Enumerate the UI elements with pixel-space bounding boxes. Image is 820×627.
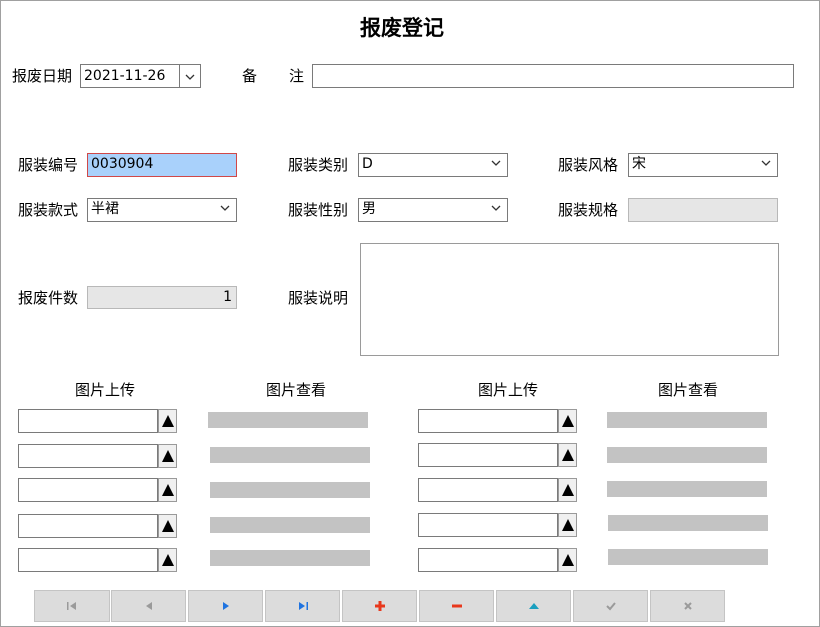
image-view-link[interactable] <box>607 481 767 497</box>
scrap-date-input[interactable]: 2021-11-26 <box>80 64 180 88</box>
scrap-count-input: 1 <box>87 286 237 309</box>
garment-model-label: 服装款式 <box>18 201 79 219</box>
image-view-link[interactable] <box>210 447 370 463</box>
upload-button[interactable] <box>158 444 177 468</box>
prev-record-button[interactable] <box>111 590 186 622</box>
upload-button[interactable] <box>558 513 577 537</box>
chevron-down-icon <box>220 205 230 211</box>
garment-category-select[interactable]: D <box>358 153 508 177</box>
page-title: 报废登记 <box>360 15 444 40</box>
next-record-icon <box>222 602 229 610</box>
triangle-up-icon <box>528 603 539 609</box>
image-view-header-right: 图片查看 <box>658 381 719 399</box>
upload-button[interactable] <box>158 548 177 572</box>
image-upload-input[interactable] <box>418 478 558 502</box>
garment-spec-input <box>628 198 778 222</box>
last-record-button[interactable] <box>265 590 340 622</box>
image-view-link[interactable] <box>607 447 767 463</box>
chevron-down-icon <box>491 160 501 166</box>
image-view-link[interactable] <box>210 482 370 498</box>
remark-label-a: 备 <box>242 67 258 85</box>
add-record-button[interactable] <box>342 590 417 622</box>
garment-gender-label: 服装性别 <box>288 201 349 219</box>
garment-style-select[interactable]: 宋 <box>628 153 778 177</box>
image-upload-input[interactable] <box>18 514 158 538</box>
triangle-up-icon <box>162 484 174 496</box>
garment-category-label: 服装类别 <box>288 156 349 174</box>
triangle-up-icon <box>562 554 574 566</box>
garment-code-input[interactable]: 0030904 <box>87 153 237 177</box>
triangle-up-icon <box>562 449 574 461</box>
edit-record-button[interactable] <box>496 590 571 622</box>
image-upload-header-left: 图片上传 <box>75 381 136 399</box>
chevron-down-icon <box>185 74 195 80</box>
upload-button[interactable] <box>558 443 577 467</box>
image-upload-input[interactable] <box>18 444 158 468</box>
image-view-link[interactable] <box>210 550 370 566</box>
garment-desc-label: 服装说明 <box>288 289 349 307</box>
image-view-link[interactable] <box>208 412 368 428</box>
image-upload-input[interactable] <box>418 409 558 433</box>
minus-icon <box>451 604 462 608</box>
image-view-header-left: 图片查看 <box>266 381 327 399</box>
image-view-link[interactable] <box>210 517 370 533</box>
chevron-down-icon <box>761 160 771 166</box>
triangle-up-icon <box>562 415 574 427</box>
garment-style-value: 宋 <box>632 156 646 172</box>
first-record-icon <box>67 602 76 610</box>
upload-button[interactable] <box>158 478 177 502</box>
garment-desc-textarea[interactable] <box>360 243 779 356</box>
upload-button[interactable] <box>158 409 177 433</box>
image-upload-input[interactable] <box>418 548 558 572</box>
check-icon <box>605 602 616 611</box>
last-record-icon <box>298 602 308 610</box>
delete-record-button[interactable] <box>419 590 494 622</box>
triangle-up-icon <box>162 415 174 427</box>
prev-record-icon <box>145 602 152 610</box>
image-view-link[interactable] <box>607 412 767 428</box>
upload-button[interactable] <box>558 548 577 572</box>
triangle-up-icon <box>162 520 174 532</box>
upload-button[interactable] <box>158 514 177 538</box>
first-record-button[interactable] <box>34 590 110 622</box>
triangle-up-icon <box>162 554 174 566</box>
image-upload-header-right: 图片上传 <box>478 381 539 399</box>
garment-model-select[interactable]: 半裙 <box>87 198 237 222</box>
garment-code-label: 服装编号 <box>18 156 79 174</box>
scrap-date-label: 报废日期 <box>12 67 73 85</box>
scrap-date-picker[interactable]: 2021-11-26 <box>80 64 201 88</box>
image-view-link[interactable] <box>608 515 768 531</box>
image-view-link[interactable] <box>608 549 768 565</box>
garment-gender-value: 男 <box>362 201 376 217</box>
image-upload-input[interactable] <box>418 443 558 467</box>
image-upload-input[interactable] <box>418 513 558 537</box>
image-upload-input[interactable] <box>18 548 158 572</box>
garment-spec-label: 服装规格 <box>558 201 619 219</box>
upload-button[interactable] <box>558 409 577 433</box>
remark-label-b: 注 <box>289 67 305 85</box>
triangle-up-icon <box>562 484 574 496</box>
upload-button[interactable] <box>558 478 577 502</box>
chevron-down-icon <box>491 205 501 211</box>
date-dropdown-button[interactable] <box>180 64 201 88</box>
scrap-count-label: 报废件数 <box>18 289 79 307</box>
garment-style-label: 服装风格 <box>558 156 619 174</box>
plus-icon <box>374 601 385 611</box>
image-upload-input[interactable] <box>18 478 158 502</box>
triangle-up-icon <box>562 519 574 531</box>
image-upload-input[interactable] <box>18 409 158 433</box>
garment-model-value: 半裙 <box>91 201 119 217</box>
triangle-up-icon <box>162 450 174 462</box>
garment-category-value: D <box>362 156 373 172</box>
next-record-button[interactable] <box>188 590 263 622</box>
close-icon <box>683 602 692 610</box>
garment-gender-select[interactable]: 男 <box>358 198 508 222</box>
remark-input[interactable] <box>312 64 794 88</box>
save-record-button[interactable] <box>573 590 648 622</box>
cancel-record-button[interactable] <box>650 590 725 622</box>
